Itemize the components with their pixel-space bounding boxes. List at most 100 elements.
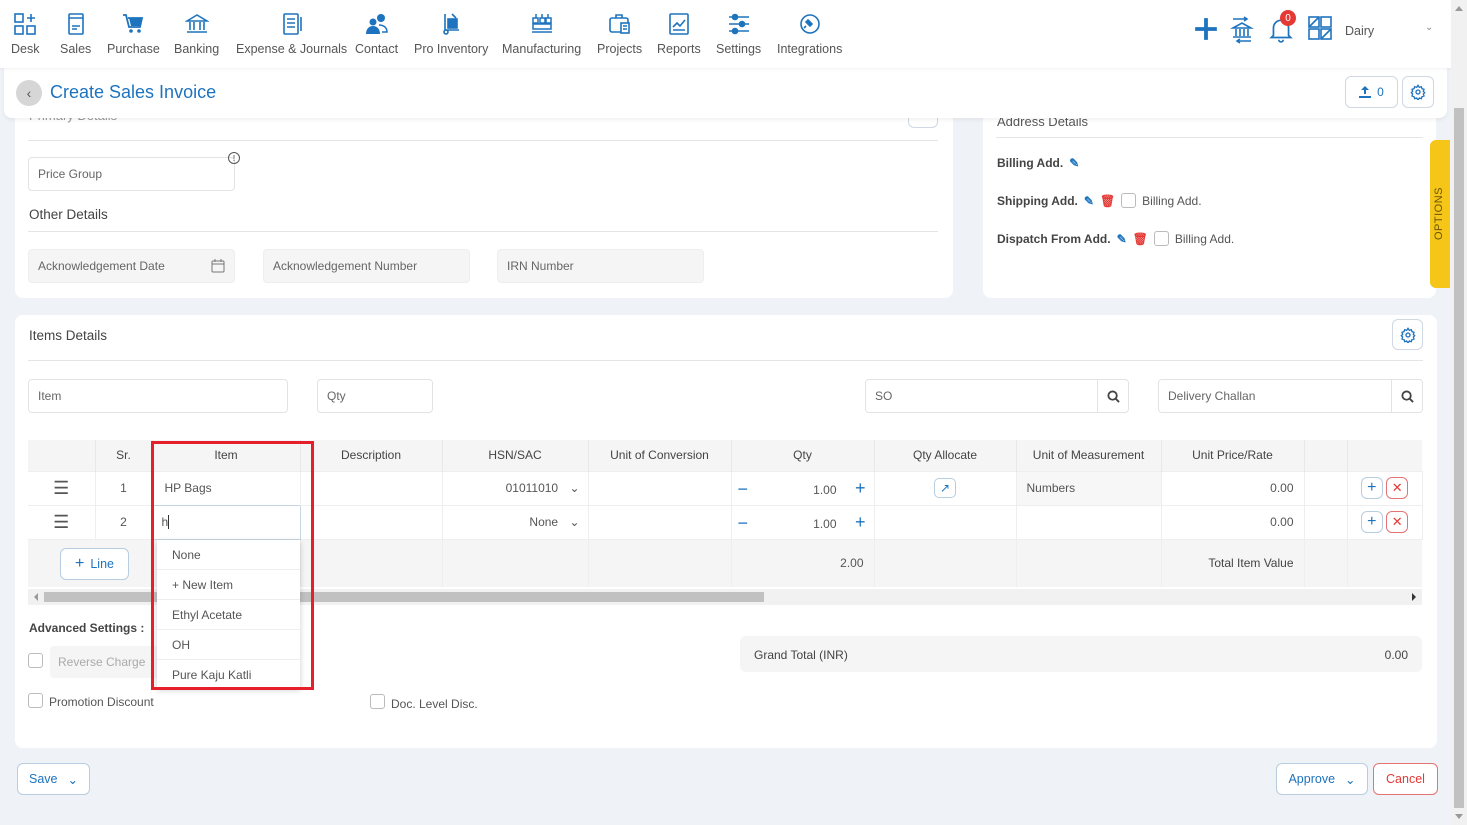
vertical-scrollbar[interactable] [1451,0,1467,825]
nav-integrations[interactable]: Integrations [777,12,842,56]
cancel-button[interactable]: Cancel [1373,763,1438,795]
promotion-discount-checkbox[interactable] [28,693,43,708]
irn-number-field[interactable]: IRN Number [497,249,704,283]
reverse-charge-checkbox[interactable] [28,653,43,668]
nav-desk[interactable]: Desk [11,12,39,56]
address-card: Address Details Billing Add. ✎ Shipping … [983,100,1436,298]
item-dropdown: None + New Item Ethyl Acetate OH Pure Ka… [157,540,300,688]
row-qty[interactable]: 1.00 [813,483,836,497]
row-hsn-select[interactable]: 01011010 ⌄ [442,470,589,505]
drag-handle-icon[interactable]: ☰ [28,504,96,539]
journal-icon [282,13,302,35]
items-details-title: Items Details [29,328,108,343]
row-unit-of-conversion[interactable] [588,504,732,539]
page-title: Create Sales Invoice [50,82,217,102]
nav-manufacturing[interactable]: Manufacturing [502,12,581,56]
row-description[interactable] [300,504,443,539]
row-item-input[interactable]: h [151,504,301,540]
save-button[interactable]: Save ⌄ [17,763,90,795]
plus-icon[interactable]: + [855,478,866,499]
minus-icon[interactable]: − [738,513,749,534]
dropdown-option[interactable]: Pure Kaju Katli [157,660,300,690]
dispatch-same-as-billing-checkbox[interactable] [1153,231,1169,246]
dropdown-option-new-item[interactable]: + New Item [157,570,300,600]
other-details-title: Other Details [29,207,108,222]
plus-icon: + [75,554,85,572]
grid-icon [1308,16,1332,40]
info-icon[interactable]: ! [228,152,240,164]
nav-projects[interactable]: Projects [597,12,642,56]
qty-allocate-button[interactable]: ↗ [874,470,1017,505]
acknowledgement-number-field[interactable]: Acknowledgement Number [263,249,470,283]
add-line-button[interactable]: + Line [60,547,129,580]
pencil-icon[interactable]: ✎ [1069,156,1079,170]
row-qty[interactable]: 1.00 [813,517,836,531]
trash-icon[interactable]: 🗑 [1100,194,1115,208]
chevron-left-icon: ‹ [26,85,32,101]
price-group-field[interactable]: Price Group [28,157,235,191]
approve-button[interactable]: Approve ⌄ [1276,763,1368,795]
dropdown-option[interactable]: None [157,540,300,570]
nav-label: Settings [716,42,762,56]
grand-total-label: Grand Total (INR) [754,648,848,662]
row-actions: + ✕ [1347,504,1423,539]
external-link-icon: ↗ [934,478,956,498]
nav-label: Projects [597,42,643,56]
details-card: Primary Details Price Group ! Other Deta… [15,100,953,298]
nav-contact[interactable]: Contact [355,12,398,56]
header-settings-button[interactable] [1402,76,1434,108]
options-tab[interactable]: OPTIONS [1430,140,1450,288]
dropdown-option[interactable]: Ethyl Acetate [157,600,300,630]
row-unit-of-conversion[interactable] [588,470,732,505]
so-search-field[interactable]: SO [865,379,1129,413]
qty-field[interactable]: Qty [317,379,433,413]
nav-expense-journals[interactable]: Expense & Journals [236,12,347,56]
notification-button[interactable]: 0 [1268,10,1296,44]
delete-row-button[interactable]: ✕ [1386,477,1409,499]
pencil-icon[interactable]: ✎ [1084,194,1094,208]
quick-add-button[interactable] [1193,16,1219,42]
company-name: Dairy [1345,24,1375,38]
row-rate[interactable]: 0.00 [1161,504,1305,539]
add-row-button[interactable]: + [1360,511,1383,533]
nav-sales[interactable]: Sales [60,12,91,56]
pencil-icon[interactable]: ✎ [1117,232,1127,246]
checkbox-label: Billing Add. [1142,193,1202,208]
row-description[interactable] [300,470,443,505]
nav-reports[interactable]: Reports [657,12,701,56]
reverse-charge-select[interactable]: Reverse Charge [50,646,168,678]
bank-transfer-button[interactable] [1230,16,1254,44]
company-selector[interactable]: Dairy ⌄ [1345,22,1435,38]
nav-settings[interactable]: Settings [716,12,761,56]
upload-icon [1359,86,1372,98]
dropdown-option[interactable]: OH [157,630,300,660]
ack-number-placeholder: Acknowledgement Number [273,259,418,273]
delivery-challan-search-field[interactable]: Delivery Challan [1158,379,1423,413]
checkbox-label: Billing Add. [1174,231,1235,246]
doc-level-disc-checkbox[interactable] [370,694,385,709]
nav-purchase[interactable]: Purchase [107,12,160,56]
row-rate[interactable]: 0.00 [1161,470,1305,505]
nav-banking[interactable]: Banking [174,12,219,56]
upload-button[interactable]: 0 [1345,76,1398,108]
cancel-label: Cancel [1386,772,1425,786]
plus-icon[interactable]: + [855,512,866,533]
billing-address-row: Billing Add. ✎ [997,156,1079,170]
trash-icon[interactable]: 🗑 [1133,232,1148,246]
apps-grid-button[interactable] [1308,16,1332,40]
item-search-field[interactable]: Item [28,379,288,413]
so-search-button[interactable] [1097,380,1128,412]
minus-icon[interactable]: − [738,479,749,500]
acknowledgement-date-field[interactable]: Acknowledgement Date [28,249,235,283]
items-settings-button[interactable] [1392,319,1423,350]
drag-handle-icon[interactable]: ☰ [28,470,96,505]
delete-row-button[interactable]: ✕ [1386,511,1409,533]
back-button[interactable]: ‹ [16,80,42,106]
row-qty-stepper: − 1.00 + [731,470,875,505]
nav-pro-inventory[interactable]: Pro Inventory [414,12,488,56]
row-item[interactable]: HP Bags [152,470,301,505]
shipping-same-as-billing-checkbox[interactable] [1121,193,1137,208]
row-hsn-select[interactable]: None ⌄ [442,504,589,539]
add-row-button[interactable]: + [1360,477,1383,499]
dc-search-button[interactable] [1391,380,1422,412]
